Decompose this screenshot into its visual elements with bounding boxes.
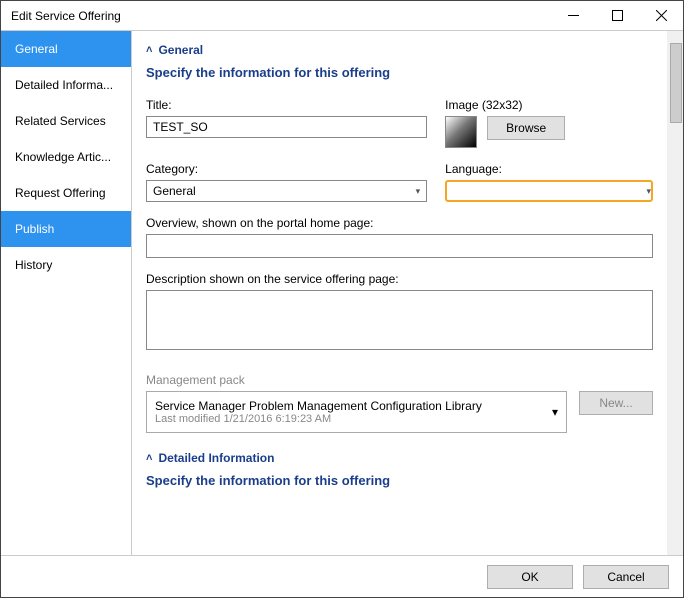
scrollbar[interactable] [667, 31, 683, 555]
sidebar-item-detailed-information[interactable]: Detailed Informa... [1, 67, 131, 103]
category-select[interactable]: General ▾ [146, 180, 427, 202]
cancel-button[interactable]: Cancel [583, 565, 669, 589]
browse-button[interactable]: Browse [487, 116, 565, 140]
category-value: General [153, 184, 196, 198]
language-label: Language: [445, 162, 653, 176]
sidebar-item-history[interactable]: History [1, 247, 131, 283]
window-title: Edit Service Offering [11, 9, 551, 23]
language-select[interactable]: ▾ [445, 180, 653, 202]
section-detailed-title: Detailed Information [158, 451, 274, 465]
close-button[interactable] [639, 1, 683, 30]
window-buttons [551, 1, 683, 30]
dialog-footer: OK Cancel [1, 555, 683, 597]
section-detailed-header[interactable]: ˄ Detailed Information [146, 451, 653, 465]
overview-label: Overview, shown on the portal home page: [146, 216, 653, 230]
sidebar-item-related-services[interactable]: Related Services [1, 103, 131, 139]
minimize-button[interactable] [551, 1, 595, 30]
management-pack-label: Management pack [146, 373, 653, 387]
new-management-pack-button[interactable]: New... [579, 391, 653, 415]
section-general-header[interactable]: ˄ General [146, 43, 653, 57]
description-input[interactable] [146, 290, 653, 350]
chevron-down-icon: ▾ [416, 186, 421, 197]
overview-input[interactable] [146, 234, 653, 258]
image-thumbnail [445, 116, 477, 148]
caret-up-icon: ˄ [146, 452, 152, 464]
sidebar: General Detailed Informa... Related Serv… [1, 31, 132, 555]
sidebar-item-publish[interactable]: Publish [1, 211, 131, 247]
section-general-title: General [158, 43, 203, 57]
title-input[interactable] [146, 116, 427, 138]
category-label: Category: [146, 162, 427, 176]
management-pack-name: Service Manager Problem Management Confi… [155, 399, 482, 413]
description-label: Description shown on the service offerin… [146, 272, 653, 286]
sidebar-item-general[interactable]: General [1, 31, 131, 67]
image-label: Image (32x32) [445, 98, 653, 112]
sidebar-item-request-offering[interactable]: Request Offering [1, 175, 131, 211]
section-detailed-subtitle: Specify the information for this offerin… [146, 473, 653, 488]
title-bar: Edit Service Offering [1, 1, 683, 31]
ok-button[interactable]: OK [487, 565, 573, 589]
chevron-down-icon: ▾ [646, 186, 651, 197]
main-panel: ˄ General Specify the information for th… [132, 31, 683, 555]
management-pack-select[interactable]: Service Manager Problem Management Confi… [146, 391, 567, 433]
title-label: Title: [146, 98, 427, 112]
chevron-down-icon: ▾ [552, 405, 558, 419]
maximize-button[interactable] [595, 1, 639, 30]
management-pack-modified: Last modified 1/21/2016 6:19:23 AM [155, 413, 482, 425]
sidebar-item-knowledge-articles[interactable]: Knowledge Artic... [1, 139, 131, 175]
caret-up-icon: ˄ [146, 44, 152, 56]
scrollbar-thumb[interactable] [670, 43, 682, 123]
section-general-subtitle: Specify the information for this offerin… [146, 65, 653, 80]
